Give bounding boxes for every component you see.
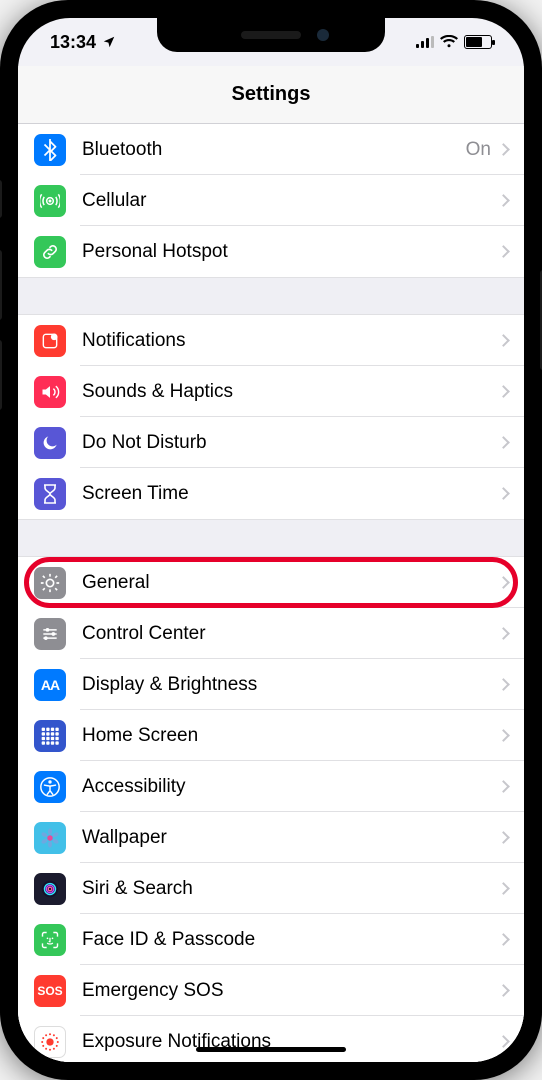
front-camera (317, 29, 329, 41)
row-label: Emergency SOS (82, 980, 499, 1002)
row-display[interactable]: AA Display & Brightness (18, 659, 524, 710)
row-label: Wallpaper (82, 827, 499, 849)
siri-icon (34, 873, 66, 905)
row-wallpaper[interactable]: Wallpaper (18, 812, 524, 863)
row-label: Control Center (82, 623, 499, 645)
row-label: Screen Time (82, 483, 499, 505)
battery-icon (464, 35, 492, 49)
row-label: Home Screen (82, 725, 499, 747)
chevron-right-icon (497, 780, 510, 793)
row-general[interactable]: General (18, 557, 524, 608)
chevron-right-icon (497, 627, 510, 640)
row-value: On (466, 139, 491, 161)
row-hotspot[interactable]: Personal Hotspot (18, 226, 524, 277)
chevron-right-icon (497, 1035, 510, 1048)
chevron-right-icon (497, 678, 510, 691)
row-faceid[interactable]: Face ID & Passcode (18, 914, 524, 965)
chevron-right-icon (497, 831, 510, 844)
row-cellular[interactable]: Cellular (18, 175, 524, 226)
row-label: Siri & Search (82, 878, 499, 900)
chevron-right-icon (497, 143, 510, 156)
textsize-icon: AA (34, 669, 66, 701)
grid-icon (34, 720, 66, 752)
moon-icon (34, 427, 66, 459)
row-label: Cellular (82, 190, 499, 212)
bluetooth-icon (34, 134, 66, 166)
row-siri[interactable]: Siri & Search (18, 863, 524, 914)
row-notifications[interactable]: Notifications (18, 315, 524, 366)
page-title: Settings (232, 83, 311, 106)
row-label: Bluetooth (82, 139, 466, 161)
hourglass-icon (34, 478, 66, 510)
sos-icon: SOS (34, 975, 66, 1007)
antenna-icon (34, 185, 66, 217)
row-label: Notifications (82, 330, 499, 352)
exposure-icon (34, 1026, 66, 1058)
chevron-right-icon (497, 576, 510, 589)
chevron-right-icon (497, 194, 510, 207)
home-indicator[interactable] (196, 1047, 346, 1052)
settings-group: Notifications Sounds & Haptics Do Not Dist… (18, 314, 524, 520)
volume-down-button (0, 340, 2, 410)
row-label: Face ID & Passcode (82, 929, 499, 951)
chevron-right-icon (497, 334, 510, 347)
speaker-icon (34, 376, 66, 408)
mute-switch (0, 180, 2, 218)
notch (157, 18, 385, 52)
link-icon (34, 236, 66, 268)
row-homescreen[interactable]: Home Screen (18, 710, 524, 761)
settings-group: General Control Center AA Display & Brightn… (18, 556, 524, 1062)
earpiece (241, 31, 301, 39)
row-sos[interactable]: SOS Emergency SOS (18, 965, 524, 1016)
notifications-icon (34, 325, 66, 357)
row-label: Sounds & Haptics (82, 381, 499, 403)
nav-header: Settings (18, 66, 524, 124)
row-label: Do Not Disturb (82, 432, 499, 454)
row-label: Personal Hotspot (82, 241, 499, 263)
cellular-signal-icon (416, 36, 434, 48)
row-dnd[interactable]: Do Not Disturb (18, 417, 524, 468)
location-arrow-icon (102, 35, 116, 49)
chevron-right-icon (497, 882, 510, 895)
row-screentime[interactable]: Screen Time (18, 468, 524, 519)
wifi-icon (440, 35, 458, 49)
row-sounds[interactable]: Sounds & Haptics (18, 366, 524, 417)
volume-up-button (0, 250, 2, 320)
chevron-right-icon (497, 385, 510, 398)
accessibility-icon (34, 771, 66, 803)
row-accessibility[interactable]: Accessibility (18, 761, 524, 812)
faceid-icon (34, 924, 66, 956)
sliders-icon (34, 618, 66, 650)
status-time: 13:34 (50, 32, 96, 53)
chevron-right-icon (497, 487, 510, 500)
chevron-right-icon (497, 245, 510, 258)
chevron-right-icon (497, 984, 510, 997)
row-bluetooth[interactable]: BluetoothOn (18, 124, 524, 175)
row-label: General (82, 572, 499, 594)
chevron-right-icon (497, 436, 510, 449)
screen: 13:34 Settings BluetoothOn Cellular Person… (18, 18, 524, 1062)
row-controlcenter[interactable]: Control Center (18, 608, 524, 659)
row-label: Display & Brightness (82, 674, 499, 696)
gear-icon (34, 567, 66, 599)
settings-list[interactable]: BluetoothOn Cellular Personal Hotspot Notif… (18, 124, 524, 1062)
phone-frame: 13:34 Settings BluetoothOn Cellular Person… (0, 0, 542, 1080)
flower-icon (34, 822, 66, 854)
chevron-right-icon (497, 729, 510, 742)
row-label: Accessibility (82, 776, 499, 798)
row-exposure[interactable]: Exposure Notifications (18, 1016, 524, 1062)
settings-group: BluetoothOn Cellular Personal Hotspot (18, 124, 524, 278)
chevron-right-icon (497, 933, 510, 946)
